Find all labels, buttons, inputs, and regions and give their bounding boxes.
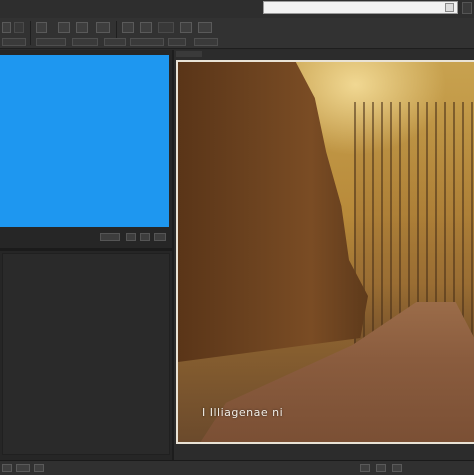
preview-controls	[0, 230, 172, 244]
tool-option-button[interactable]	[72, 38, 98, 46]
top-menu-bar	[0, 0, 474, 19]
options-toolbar	[0, 18, 474, 49]
tool-option-button[interactable]	[140, 22, 152, 33]
status-button[interactable]	[376, 464, 386, 472]
search-field[interactable]	[263, 1, 458, 14]
search-icon[interactable]	[445, 3, 454, 12]
status-button[interactable]	[16, 464, 30, 472]
preview-control-button[interactable]	[154, 233, 166, 241]
tool-option-button[interactable]	[36, 22, 47, 33]
status-bar	[0, 460, 474, 475]
search-input[interactable]	[264, 2, 444, 13]
tool-option-button[interactable]	[168, 38, 186, 46]
layers-panel[interactable]	[2, 253, 170, 455]
document-tab[interactable]	[176, 51, 202, 57]
status-button[interactable]	[360, 464, 370, 472]
status-button[interactable]	[2, 464, 12, 472]
tool-option-button[interactable]	[2, 38, 26, 46]
tool-option-button[interactable]	[104, 38, 126, 46]
canvas-image[interactable]: I Illiagenae ni	[176, 60, 474, 444]
panel-divider	[0, 248, 174, 251]
rock-cliff	[178, 62, 368, 362]
image-caption: I Illiagenae ni	[202, 406, 284, 419]
preview-swatch[interactable]	[0, 55, 169, 227]
tool-option-button[interactable]	[122, 22, 134, 33]
tool-option-button[interactable]	[14, 22, 24, 33]
toolbar-divider	[30, 21, 31, 45]
status-button[interactable]	[34, 464, 44, 472]
window-control-button[interactable]	[462, 2, 472, 14]
status-button[interactable]	[392, 464, 402, 472]
tool-preset-button[interactable]	[2, 22, 11, 33]
preview-control-button[interactable]	[126, 233, 136, 241]
tool-option-button[interactable]	[76, 22, 88, 33]
tool-option-button[interactable]	[130, 38, 164, 46]
tool-option-button[interactable]	[96, 22, 110, 33]
tool-option-button[interactable]	[198, 22, 212, 33]
tool-option-button[interactable]	[194, 38, 218, 46]
preview-control-button[interactable]	[140, 233, 150, 241]
tool-option-button[interactable]	[158, 22, 174, 33]
tool-option-button[interactable]	[180, 22, 192, 33]
preview-control-button[interactable]	[100, 233, 120, 241]
tool-option-button[interactable]	[58, 22, 70, 33]
tool-option-button[interactable]	[36, 38, 66, 46]
